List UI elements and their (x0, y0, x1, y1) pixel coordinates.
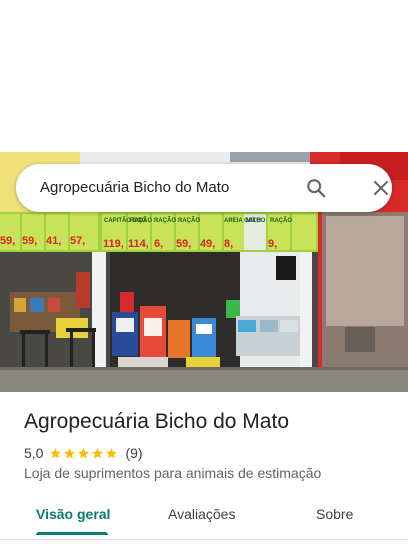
place-title: Agropecuária Bicho do Mato (24, 410, 289, 433)
search-input[interactable]: Agropecuária Bicho do Mato (40, 179, 229, 196)
tab-reviews[interactable]: Avaliações (168, 506, 235, 522)
price-tag: 59, (22, 235, 37, 247)
sign-label: MILHO (246, 218, 266, 224)
sign-label: RAÇÃO (178, 217, 200, 224)
star-icon (106, 447, 118, 458)
rating-value: 5,0 (24, 445, 44, 461)
divider (0, 539, 408, 540)
price-tag: 41, (46, 235, 61, 247)
close-icon[interactable] (367, 174, 395, 202)
tab-overview[interactable]: Visão geral (36, 506, 110, 522)
price-tag: 8, (224, 238, 233, 250)
sign-label: RAÇÃO (270, 217, 292, 224)
sign-label: RAÇÃO (130, 217, 152, 224)
price-tag: 9, (268, 238, 277, 250)
sign-label: RAÇÃO (154, 217, 176, 224)
price-tag: 49, (200, 238, 215, 250)
active-tab-indicator (36, 532, 108, 535)
price-tag: 119, (103, 238, 124, 250)
rating-row[interactable]: 5,0 (9) (24, 444, 143, 462)
price-tag: 57, (70, 235, 85, 247)
price-tag: 114, (128, 238, 149, 250)
star-icon (92, 447, 104, 458)
star-icon (50, 447, 62, 458)
star-rating (49, 447, 119, 460)
search-bar[interactable]: Agropecuária Bicho do Mato (16, 164, 392, 212)
price-tag: 6, (154, 238, 163, 250)
place-category: Loja de suprimentos para animais de esti… (24, 465, 322, 481)
review-count[interactable]: (9) (125, 445, 142, 461)
tab-about[interactable]: Sobre (316, 506, 353, 522)
price-tag: 59, (176, 238, 191, 250)
star-icon (78, 447, 90, 458)
star-icon (64, 447, 76, 458)
price-tag: 59, (0, 235, 15, 247)
search-icon[interactable] (302, 174, 330, 202)
tab-bar: Visão geral Avaliações Sobre (0, 496, 408, 536)
